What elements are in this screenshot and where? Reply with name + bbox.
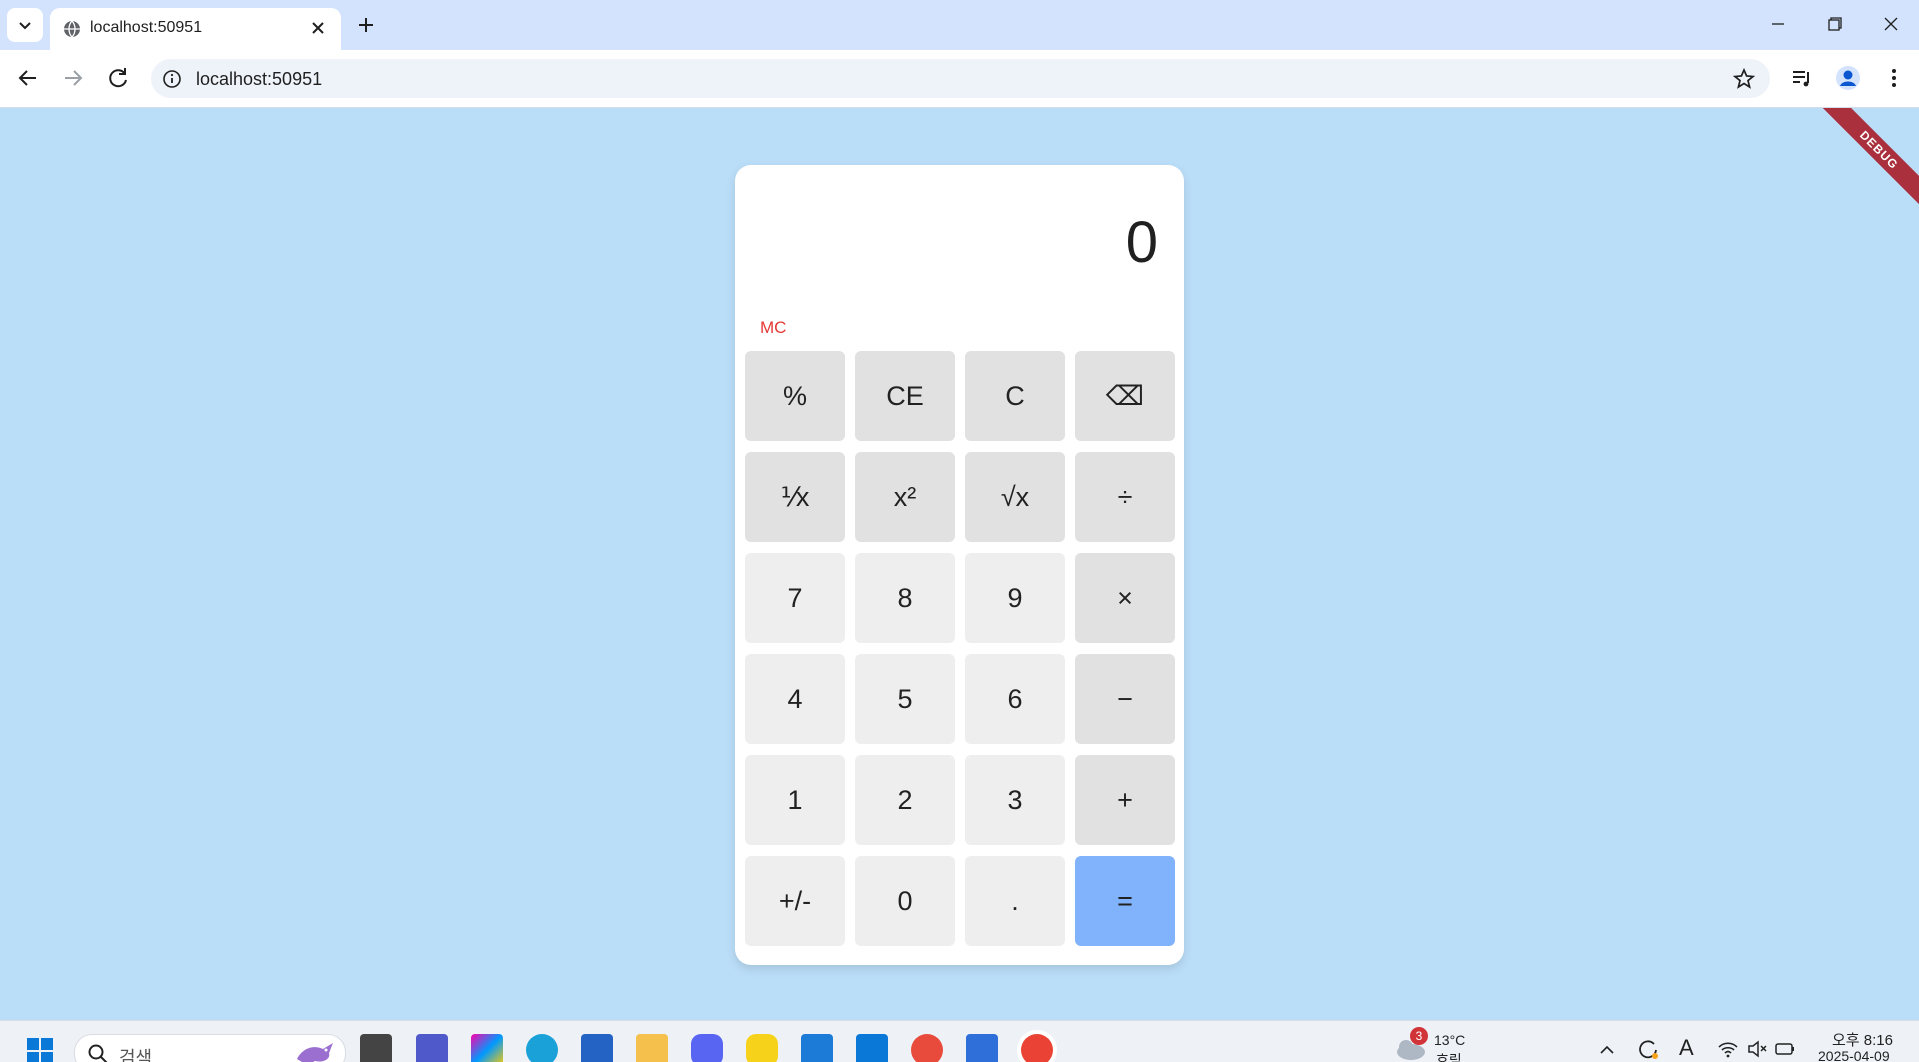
taskbar-app-kakaotalk-icon[interactable]: [746, 1034, 778, 1062]
media-control-icon[interactable]: [1788, 64, 1816, 92]
clock-date[interactable]: 2025-04-09: [1818, 1048, 1890, 1062]
key-square-root-button[interactable]: √x: [965, 452, 1065, 542]
chevron-down-icon: [19, 22, 31, 30]
volume-muted-icon[interactable]: [1746, 1039, 1768, 1059]
key-reciprocal-button[interactable]: ⅟x: [745, 452, 845, 542]
profile-avatar-icon[interactable]: [1834, 64, 1862, 92]
close-tab-icon[interactable]: [307, 17, 329, 39]
debug-banner: DEBUG: [1808, 108, 1919, 221]
key-clear-entry-button[interactable]: CE: [855, 351, 955, 441]
taskbar-app-teams-icon[interactable]: [416, 1034, 448, 1062]
taskbar-app-discord-icon[interactable]: [691, 1034, 723, 1062]
key-divide-button[interactable]: ÷: [1075, 452, 1175, 542]
key-digit-4-button[interactable]: 4: [745, 654, 845, 744]
key-digit-9-button[interactable]: 9: [965, 553, 1065, 643]
key-digit-5-button[interactable]: 5: [855, 654, 955, 744]
bookmark-star-icon[interactable]: [1732, 67, 1756, 91]
weather-badge: 3: [1410, 1027, 1428, 1045]
key-digit-3-button[interactable]: 3: [965, 755, 1065, 845]
browser-toolbar: localhost:50951: [0, 50, 1919, 108]
weather-description: 흐림: [1436, 1052, 1462, 1062]
key-digit-8-button[interactable]: 8: [855, 553, 955, 643]
key-digit-2-button[interactable]: 2: [855, 755, 955, 845]
key-percent-button[interactable]: %: [745, 351, 845, 441]
ime-icon[interactable]: A: [1679, 1035, 1694, 1061]
taskbar-app-edge-icon[interactable]: [526, 1034, 558, 1062]
key-square-button[interactable]: x²: [855, 452, 955, 542]
browser-tab-strip: localhost:50951: [0, 0, 1919, 50]
windows-start-icon[interactable]: [26, 1037, 54, 1062]
taskbar: 검색 3 13°C 흐림 A 오후 8:16 2025-04-09: [0, 1020, 1919, 1062]
taskbar-app-chrome-icon[interactable]: [1021, 1034, 1053, 1062]
key-clear-button[interactable]: C: [965, 351, 1065, 441]
url-text: localhost:50951: [196, 69, 323, 89]
key-negate-button[interactable]: +/-: [745, 856, 845, 946]
key-digit-6-button[interactable]: 6: [965, 654, 1065, 744]
taskbar-app-vscode-icon[interactable]: [856, 1034, 888, 1062]
back-icon[interactable]: [12, 62, 44, 94]
key-equals-button[interactable]: =: [1075, 856, 1175, 946]
tab-search-button[interactable]: [7, 8, 43, 42]
key-decimal-button[interactable]: .: [965, 856, 1065, 946]
unicorn-search-highlight-icon: [297, 1043, 333, 1062]
tab-title: localhost:50951: [90, 19, 203, 36]
browser-tab[interactable]: localhost:50951: [50, 8, 341, 50]
key-digit-7-button[interactable]: 7: [745, 553, 845, 643]
calculator-display: 0: [1125, 210, 1158, 275]
site-info-icon[interactable]: [161, 68, 183, 90]
key-digit-0-button[interactable]: 0: [855, 856, 955, 946]
taskbar-app-taskview-icon[interactable]: [360, 1034, 392, 1062]
forward-icon[interactable]: [57, 62, 89, 94]
wifi-icon[interactable]: [1717, 1039, 1739, 1059]
key-digit-1-button[interactable]: 1: [745, 755, 845, 845]
new-tab-icon[interactable]: [352, 11, 380, 39]
taskbar-app-explorer-icon[interactable]: [636, 1034, 668, 1062]
taskbar-app-xcode-icon[interactable]: [801, 1034, 833, 1062]
taskbar-app-store-icon[interactable]: [581, 1034, 613, 1062]
clock-time[interactable]: 오후 8:16: [1832, 1029, 1893, 1050]
calculator: 0 MC % CE C ⌫ ⅟x x² √x ÷ 7 8 9 × 4 5 6−1 2 3 + +/- 0. =: [735, 165, 1184, 965]
taskbar-search[interactable]: 검색: [74, 1034, 346, 1062]
key-backspace-button[interactable]: ⌫: [1075, 351, 1175, 441]
taskbar-app-chrome-dev-icon[interactable]: [911, 1034, 943, 1062]
address-bar[interactable]: localhost:50951: [151, 59, 1770, 98]
search-icon: [88, 1044, 108, 1062]
taskbar-app-notepad-icon[interactable]: [966, 1034, 998, 1062]
reload-icon[interactable]: [102, 62, 134, 94]
restore-icon[interactable]: [1814, 8, 1854, 40]
search-placeholder: 검색: [119, 1048, 153, 1062]
key-add-button[interactable]: +: [1075, 755, 1175, 845]
close-window-icon[interactable]: [1871, 8, 1911, 40]
memory-clear-button[interactable]: MC: [760, 318, 786, 338]
sync-icon[interactable]: [1636, 1037, 1660, 1061]
minimize-icon[interactable]: [1758, 8, 1798, 40]
chevron-up-icon[interactable]: [1598, 1043, 1616, 1057]
taskbar-app-copilot-icon[interactable]: [471, 1034, 503, 1062]
more-menu-icon[interactable]: [1880, 64, 1908, 92]
page-content: DEBUG 0 MC % CE C ⌫ ⅟x x² √x ÷ 7 8 9 × 4 5 6−1 2 3 + +/- 0.…: [0, 108, 1919, 1020]
key-subtract-button[interactable]: −: [1075, 654, 1175, 744]
key-multiply-button[interactable]: ×: [1075, 553, 1175, 643]
battery-plug-icon[interactable]: [1774, 1039, 1796, 1059]
weather-temperature: 13°C: [1434, 1032, 1466, 1048]
globe-icon: [64, 20, 80, 38]
